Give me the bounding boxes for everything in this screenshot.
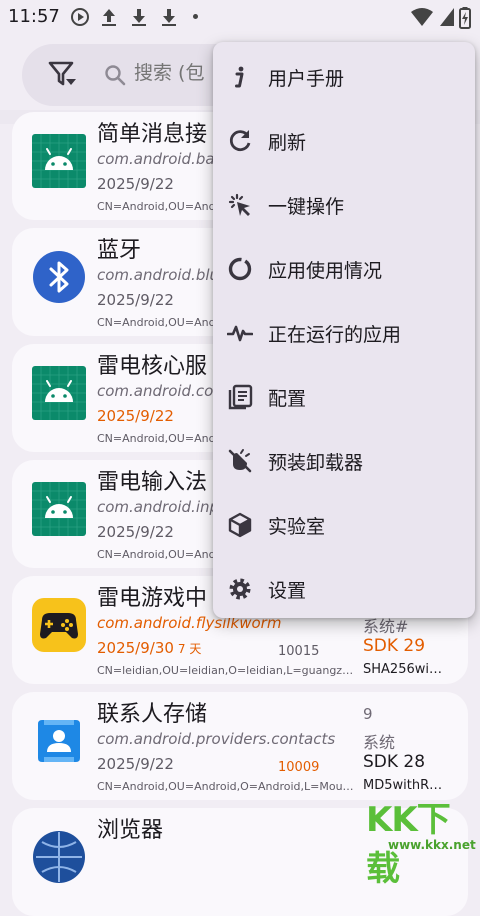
notification-dot (193, 14, 198, 19)
app-uid: 9 (363, 705, 373, 723)
app-list-item[interactable]: 联系人存储 com.android.providers.contacts 202… (12, 692, 468, 800)
menu-item-debloater[interactable]: 预装卸载器 (213, 428, 475, 492)
labs-icon (228, 512, 252, 538)
app-version-code: 10009 (278, 760, 320, 775)
refresh-icon (229, 130, 251, 152)
debloat-icon (228, 449, 252, 473)
app-date: 2025/9/22 (97, 523, 174, 541)
menu-item-label: 正在运行的应用 (268, 324, 402, 346)
app-signature: CN=Android,OU=And (97, 316, 216, 329)
app-version-code: 10015 (278, 644, 320, 659)
app-name: 联系人存储 (97, 702, 208, 727)
download-icon (162, 9, 176, 26)
menu-item-one-click-ops[interactable]: 一键操作 (213, 172, 475, 236)
search-input[interactable] (134, 62, 224, 84)
menu-item-label: 应用使用情况 (268, 260, 383, 282)
status-time: 11:57 (8, 6, 60, 27)
watermark-logo: KK下载 www.kkx.net (358, 792, 480, 889)
app-type: 系统 (363, 733, 396, 752)
menu-item-label: 用户手册 (268, 68, 345, 90)
menu-item-settings[interactable]: 设置 (213, 556, 475, 620)
app-name: 雷电游戏中 (97, 586, 208, 611)
app-sdk: SDK 28 (363, 752, 426, 772)
app-name: 蓝牙 (97, 238, 142, 263)
app-name: 雷电核心服 (97, 354, 208, 379)
browser-icon (33, 831, 85, 883)
filter-icon[interactable] (48, 60, 82, 90)
app-package: com.android.blu (97, 266, 220, 284)
menu-item-label: 一键操作 (268, 196, 345, 218)
info-icon (235, 66, 244, 88)
usage-icon (228, 257, 252, 281)
menu-item-running-apps[interactable]: 正在运行的应用 (213, 300, 475, 364)
app-package: com.android.providers.contacts (97, 730, 336, 748)
app-signature-algorithm: SHA256wi… (363, 662, 442, 677)
gamepad-icon (32, 598, 86, 652)
menu-item-profiles[interactable]: 配置 (213, 364, 475, 428)
app-sdk: SDK 29 (363, 636, 426, 656)
android-icon (32, 134, 86, 188)
menu-item-label: 设置 (268, 580, 307, 602)
search-icon (105, 65, 126, 86)
upload-icon (102, 9, 116, 26)
battery-icon (459, 7, 471, 29)
app-signature-algorithm: MD5withR… (363, 778, 443, 793)
app-date: 2025/9/22 (97, 175, 174, 193)
menu-item-label: 预装卸载器 (268, 452, 364, 474)
app-date: 2025/9/22 (97, 291, 174, 309)
bluetooth-icon (33, 251, 85, 303)
android-icon (32, 482, 86, 536)
app-signature: CN=Android,OU=And (97, 200, 216, 213)
app-name: 浏览器 (97, 818, 164, 843)
menu-item-label: 配置 (268, 388, 307, 410)
menu-item-label: 实验室 (268, 516, 326, 538)
app-package: com.android.inp (97, 498, 220, 516)
app-name: 简单消息接 (97, 122, 208, 147)
menu-item-app-usage[interactable]: 应用使用情况 (213, 236, 475, 300)
app-days-since-update: 7 天 (177, 642, 202, 656)
download-icon (132, 9, 146, 26)
app-date: 2025/9/22 (97, 407, 174, 425)
menu-item-label: 刷新 (268, 132, 307, 154)
menu-item-refresh[interactable]: 刷新 (213, 108, 475, 172)
profile-icon (228, 384, 253, 410)
android-icon (32, 366, 86, 420)
one-click-icon (228, 193, 250, 216)
app-signature: CN=leidian,OU=leidian,O=leidian,L=guangz… (97, 664, 354, 677)
menu-item-user-manual[interactable]: 用户手册 (213, 44, 475, 108)
app-name: 雷电输入法 (97, 470, 208, 495)
app-signature: CN=Android,OU=And (97, 432, 216, 445)
app-package: com.android.cor (97, 382, 220, 400)
overflow-menu: 用户手册 刷新 一键操作 应用使用情况 正在运行的应用 配置 预装卸载器 实验室… (213, 42, 475, 618)
app-signature: CN=Android,OU=Android,O=Android,L=Mou… (97, 780, 354, 793)
app-date: 2025/9/22 (97, 755, 174, 773)
signal-icon (440, 8, 454, 26)
app-date-value: 2025/9/30 (97, 639, 174, 657)
play-circle-icon (71, 8, 89, 26)
gear-icon (229, 578, 251, 600)
menu-item-labs[interactable]: 实验室 (213, 492, 475, 556)
app-date: 2025/9/30 7 天 (97, 639, 201, 657)
status-bar: 11:57 (0, 0, 480, 34)
activity-icon (227, 325, 253, 342)
wifi-icon (411, 8, 433, 26)
contacts-icon (38, 720, 80, 762)
watermark-url: www.kkx.net (388, 838, 476, 852)
app-signature: CN=Android,OU=And (97, 548, 216, 561)
app-package: com.android.bas (97, 150, 223, 168)
